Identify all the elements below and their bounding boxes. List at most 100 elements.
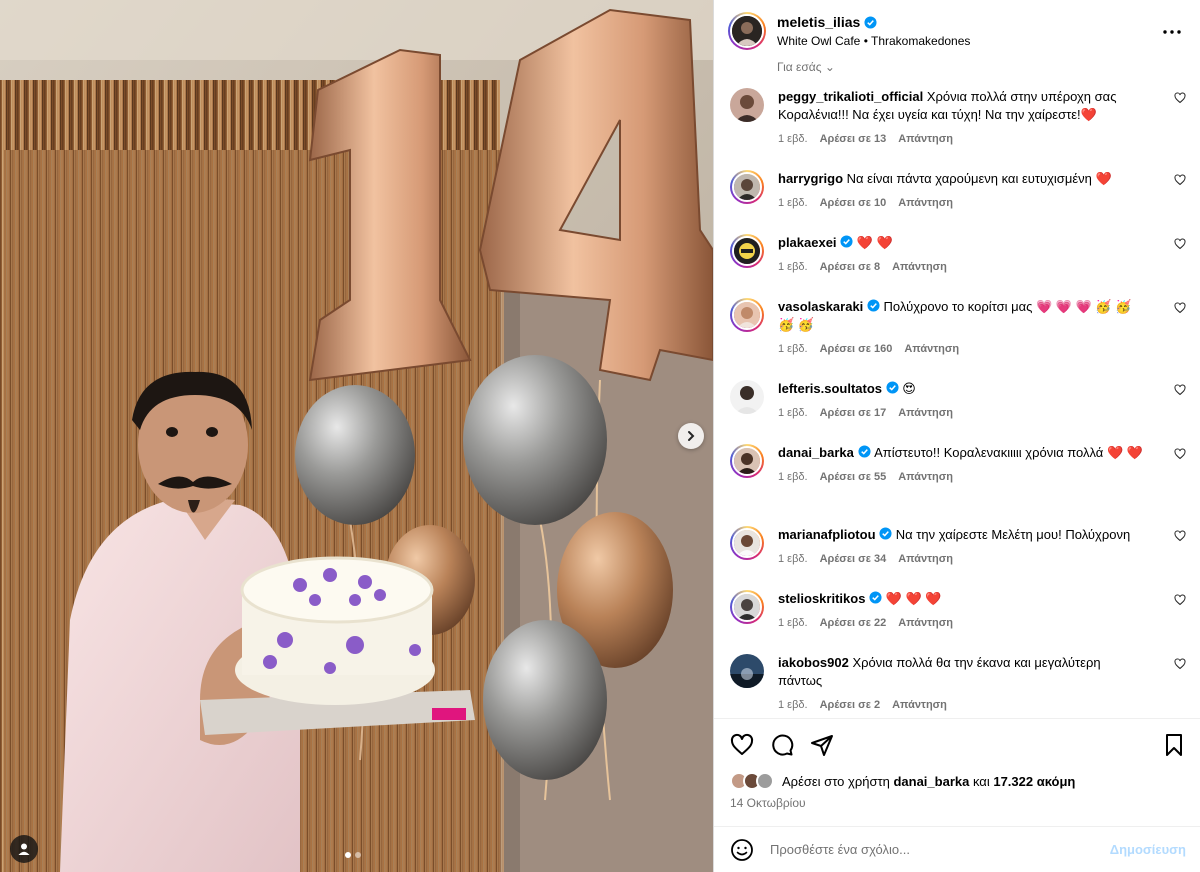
share-icon[interactable] [810, 733, 834, 757]
commenter-avatar[interactable] [730, 654, 764, 688]
author-username[interactable]: meletis_ilias [777, 14, 860, 30]
post-side-panel: meletis_ilias White Owl Cafe • Thrakomak… [713, 0, 1200, 872]
commenter-username[interactable]: danai_barka [778, 445, 854, 460]
likes-prefix: Αρέσει στο χρήστη [782, 773, 890, 789]
carousel-next-button[interactable] [678, 423, 704, 449]
carousel-dot [355, 852, 361, 858]
verified-icon [857, 445, 871, 458]
commenter-username[interactable]: harrygrigo [778, 171, 843, 186]
more-options-button[interactable] [1162, 22, 1182, 42]
emoji-icon[interactable] [730, 838, 754, 862]
comment-likes[interactable]: Αρέσει σε 22 [820, 617, 887, 629]
heart-icon[interactable] [1174, 658, 1186, 670]
comment-likes[interactable]: Αρέσει σε 10 [820, 197, 887, 209]
likes-middle: και [972, 773, 990, 789]
heart-icon[interactable] [1174, 530, 1186, 542]
comment-item: plakaexei ❤️ ❤️ 1 εβδ. Αρέσει σε 8 Απάντησ… [714, 234, 1200, 273]
commenter-avatar[interactable] [730, 88, 764, 122]
post-photo [0, 0, 713, 872]
comment-item: iakobos902 Χρόνια πολλά θα την έκανα και… [714, 654, 1200, 711]
comment-likes[interactable]: Αρέσει σε 8 [820, 261, 881, 273]
carousel-dot [345, 852, 351, 858]
carousel-dots [345, 852, 361, 858]
reply-button[interactable]: Απάντηση [904, 343, 959, 355]
reply-button[interactable]: Απάντηση [898, 133, 953, 145]
comment-text: Να την χαίρεστε Μελέτη μου! Πολύχρονη [895, 527, 1131, 542]
post-dialog: meletis_ilias White Owl Cafe • Thrakomak… [0, 0, 1200, 872]
comment-time: 1 εβδ. [778, 471, 808, 483]
partial-link[interactable]: Για εσάς ⌄ [777, 62, 835, 74]
reply-button[interactable]: Απάντηση [898, 197, 953, 209]
comment-emojis: ❤️ [1095, 171, 1112, 186]
photo-scene [0, 0, 713, 872]
commenter-avatar[interactable] [730, 234, 764, 268]
liker-username[interactable]: danai_barka [893, 774, 969, 789]
comment-time: 1 εβδ. [778, 343, 808, 355]
commenter-username[interactable]: lefteris.soultatos [778, 381, 882, 396]
comment-likes[interactable]: Αρέσει σε 160 [820, 343, 893, 355]
commenter-username[interactable]: vasolaskaraki [778, 299, 863, 314]
comment-emojis: 😍 [902, 381, 916, 396]
comment-likes[interactable]: Αρέσει σε 34 [820, 553, 887, 565]
heart-icon[interactable] [1174, 174, 1186, 186]
post-location[interactable]: White Owl Cafe • Thrakomakedones [777, 34, 970, 48]
comment-emojis: ❤️ ❤️ [856, 235, 893, 250]
comment-time: 1 εβδ. [778, 617, 808, 629]
heart-icon[interactable] [1174, 448, 1186, 460]
verified-icon [867, 299, 880, 312]
heart-icon[interactable] [730, 733, 754, 757]
reply-button[interactable]: Απάντηση [892, 699, 947, 711]
comment-item: vasolaskaraki Πολύχρονο το κορίτσι μας 💗… [714, 298, 1200, 355]
chevron-right-icon [688, 431, 695, 441]
reply-button[interactable]: Απάντηση [892, 261, 947, 273]
likes-count[interactable]: 17.322 ακόμη [993, 774, 1075, 789]
comment-composer: Δημοσίευση [714, 826, 1200, 872]
commenter-avatar[interactable] [730, 170, 764, 204]
reply-button[interactable]: Απάντηση [898, 553, 953, 565]
commenter-avatar[interactable] [730, 590, 764, 624]
comment-text: Να είναι πάντα χαρούμενη και ευτυχισμένη [846, 171, 1092, 186]
reply-button[interactable]: Απάντηση [898, 471, 953, 483]
commenter-avatar[interactable] [730, 380, 764, 414]
commenter-avatar[interactable] [730, 444, 764, 478]
commenter-username[interactable]: plakaexei [778, 235, 837, 250]
post-actions: Αρέσει στο χρήστη danai_barka και 17.322… [714, 718, 1200, 826]
commenter-username[interactable]: peggy_trikalioti_official [778, 89, 923, 104]
comment-emojis: ❤️ ❤️ [1106, 445, 1143, 460]
bookmark-icon[interactable] [1162, 733, 1186, 757]
author-avatar[interactable] [728, 12, 766, 50]
post-date[interactable]: 14 Οκτωβρίου [730, 796, 806, 810]
comment-input[interactable] [770, 842, 1100, 857]
reply-button[interactable]: Απάντηση [898, 617, 953, 629]
commenter-avatar[interactable] [730, 526, 764, 560]
commenter-avatar[interactable] [730, 298, 764, 332]
comment-likes[interactable]: Αρέσει σε 2 [820, 699, 881, 711]
comment-icon[interactable] [770, 733, 794, 757]
heart-icon[interactable] [1174, 594, 1186, 606]
verified-icon [879, 527, 892, 540]
comment-likes[interactable]: Αρέσει σε 13 [820, 133, 887, 145]
verified-icon [869, 591, 882, 604]
heart-icon[interactable] [1174, 238, 1186, 250]
commenter-username[interactable]: iakobos902 [778, 655, 849, 670]
heart-icon[interactable] [1174, 92, 1186, 104]
comment-likes[interactable]: Αρέσει σε 55 [820, 471, 887, 483]
comment-time: 1 εβδ. [778, 407, 808, 419]
comment-item: stelioskritikos ❤️ ❤️ ❤️ 1 εβδ. Αρέσει σε… [714, 590, 1200, 629]
post-header: meletis_ilias White Owl Cafe • Thrakomak… [714, 0, 1200, 62]
verified-icon [840, 235, 853, 248]
comment-likes[interactable]: Αρέσει σε 17 [820, 407, 887, 419]
comment-item: peggy_trikalioti_official Χρόνια πολλά σ… [714, 88, 1200, 145]
user-tag-button[interactable] [10, 835, 38, 863]
heart-icon[interactable] [1174, 302, 1186, 314]
commenter-username[interactable]: marianafpliotou [778, 527, 876, 542]
comment-time: 1 εβδ. [778, 197, 808, 209]
post-comment-button[interactable]: Δημοσίευση [1110, 842, 1186, 857]
comment-text: Πολύχρονο το κορίτσι μας [883, 299, 1033, 314]
commenter-username[interactable]: stelioskritikos [778, 591, 865, 606]
reply-button[interactable]: Απάντηση [898, 407, 953, 419]
comments-list: Για εσάς ⌄ peggy_trikalioti_official Χρό… [714, 62, 1200, 718]
heart-icon[interactable] [1174, 384, 1186, 396]
comment-time: 1 εβδ. [778, 553, 808, 565]
comment-time: 1 εβδ. [778, 133, 808, 145]
